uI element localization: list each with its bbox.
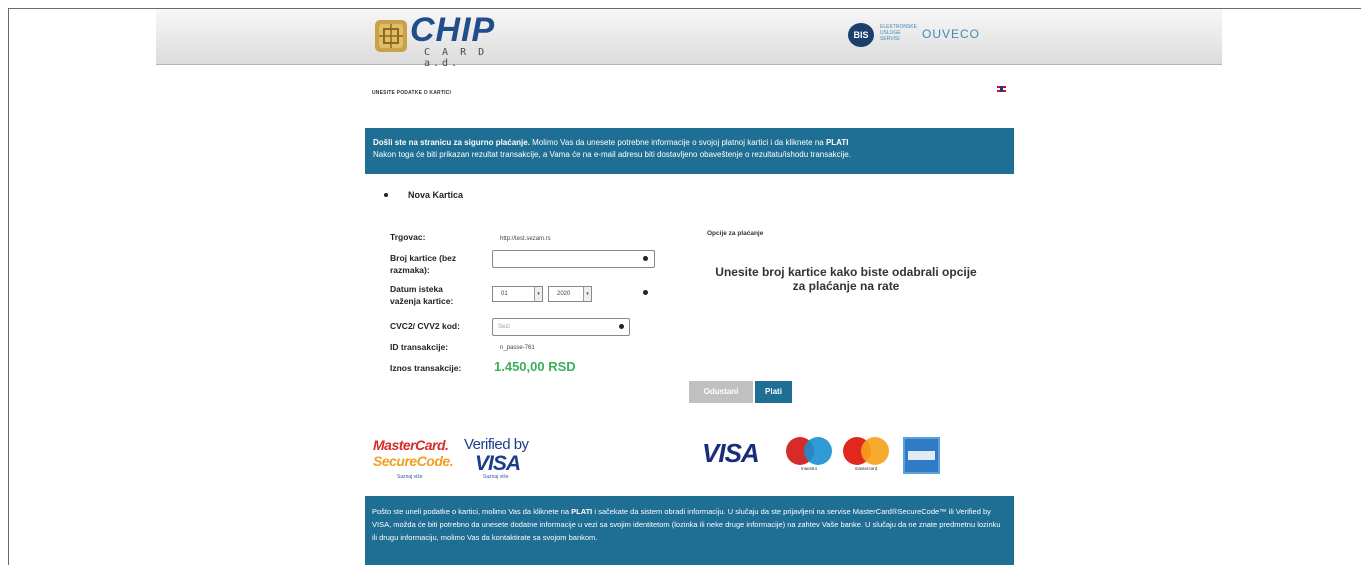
expiry-year-value: 2020 [557, 291, 571, 297]
maestro-blue-circle [804, 437, 832, 465]
cvc-input[interactable]: Sezi [492, 318, 630, 336]
partner-circle-icon: BIS [848, 23, 874, 47]
chevron-down-icon: ▾ [534, 287, 542, 301]
expiry-label: Datum isteka važenja kartice: [390, 284, 454, 306]
partner-word: OUVECO [922, 27, 981, 41]
maestro-caption: maestro [800, 466, 818, 471]
merchant-value: http://test.sezam.rs [500, 236, 551, 242]
footer-text-a: Pošto ste uneli podatke o kartici, molim… [372, 507, 572, 516]
info-bold-text: Došli ste na stranicu za sigurno plaćanj… [373, 138, 530, 147]
partner-small-text: ELEKTRONSKE USLUGE SERVISI [880, 24, 917, 42]
mc-securecode-learn-more[interactable]: Saznaj više [397, 474, 423, 480]
radio-selected-icon[interactable] [384, 193, 388, 197]
expiry-month-value: 01 [501, 291, 508, 297]
page-title: UNESITE PODATKE O KARTICI [372, 90, 452, 96]
mc-securecode-line2: SecureCode. [373, 453, 454, 469]
transaction-id-value: n_passe-761 [500, 345, 535, 351]
flag-uk-icon[interactable] [997, 86, 1006, 92]
card-number-input[interactable] [492, 250, 655, 268]
pay-button[interactable]: Plati [755, 381, 792, 403]
mc-securecode-line1: MasterCard. [373, 437, 449, 453]
vbv-line2: VISA [475, 452, 521, 475]
header-banner: CHIP C A R D a.d. BIS ELEKTRONSKE USLUGE… [156, 9, 1222, 69]
frame-border-left [8, 8, 9, 565]
expiry-month-select[interactable]: 01 ▾ [492, 286, 543, 302]
cvc-label: CVC2/ CVV2 kod: [390, 321, 460, 331]
verified-by-visa-logo[interactable]: Verified by VISA Saznaj više [461, 436, 539, 486]
mastercard-securecode-logo[interactable]: MasterCard. SecureCode. Saznaj više [373, 437, 454, 485]
amex-band [908, 451, 935, 460]
info-plati-text: PLATI [825, 138, 849, 147]
card-number-required-icon [643, 256, 648, 261]
vbv-learn-more[interactable]: Saznaj više [483, 474, 509, 480]
card-number-label: Broj kartice (bez razmaka): [390, 253, 457, 275]
expiry-required-icon [643, 290, 648, 295]
info-text-2: Nakon toga će biti prikazan rezultat tra… [373, 150, 851, 159]
chip-logo-text: CHIP [410, 11, 496, 49]
merchant-label: Trgovac: [390, 232, 426, 242]
options-message-line1: Unesite broj kartice kako biste odabrali… [715, 265, 977, 279]
mastercard-logo: mastercard [843, 437, 891, 473]
chip-card-logo: CHIP C A R D a.d. [374, 11, 514, 69]
payment-options-title: Opcije za plaćanje [707, 230, 764, 237]
mastercard-caption: mastercard [854, 466, 878, 471]
info-text-1: Molimo Vas da unesete potrebne informaci… [529, 138, 826, 147]
visa-logo: VISA [702, 438, 760, 468]
amount-value: 1.450,00 RSD [494, 359, 576, 374]
info-banner: Došli ste na stranicu za sigurno plaćanj… [365, 128, 1014, 174]
vbv-line1: Verified by [464, 436, 529, 453]
options-message-line2: za plaćanje na rate [792, 279, 900, 293]
chip-icon [375, 20, 407, 52]
amount-label: Iznos transakcije: [390, 363, 462, 373]
chevron-down-icon: ▾ [583, 287, 591, 301]
amex-logo [903, 437, 940, 474]
payment-options-message: Unesite broj kartice kako biste odabrali… [700, 265, 992, 293]
cancel-button[interactable]: Odustani [689, 381, 753, 403]
footer-plati-text: PLATI [571, 507, 593, 516]
partner-logo: BIS ELEKTRONSKE USLUGE SERVISI OUVECO [848, 23, 1008, 47]
footer-info-banner: Pošto ste uneli podatke o kartici, molim… [365, 496, 1014, 565]
maestro-logo: maestro [786, 437, 834, 473]
chip-logo-subtext: C A R D a.d. [424, 47, 488, 69]
transaction-id-label: ID transakcije: [390, 342, 449, 352]
new-card-label: Nova Kartica [408, 190, 464, 200]
mastercard-orange-circle [861, 437, 889, 465]
expiry-year-select[interactable]: 2020 ▾ [548, 286, 592, 302]
cvc-required-icon [619, 324, 624, 329]
